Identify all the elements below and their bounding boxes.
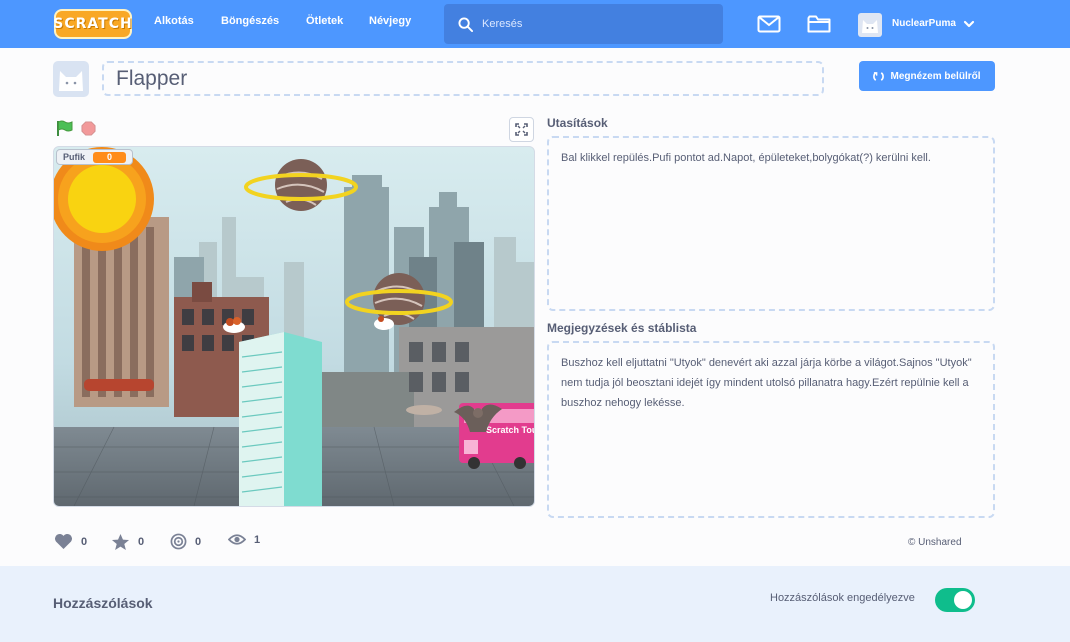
love-count: 0 (81, 535, 88, 548)
messages-icon[interactable] (757, 13, 781, 35)
remix-count: 0 (195, 535, 202, 548)
see-inside-label: Megnézem belülről (890, 70, 981, 82)
notes-textarea[interactable]: Buszhoz kell eljuttatni "Utyok" denevért… (547, 341, 995, 518)
comments-toggle[interactable] (935, 588, 975, 612)
remix-icon (170, 533, 187, 550)
stage-scene: Scratch Tou (54, 147, 534, 506)
view-count: 1 (254, 533, 261, 546)
project-title-input[interactable]: Flapper (102, 61, 824, 96)
fullscreen-icon (515, 123, 528, 136)
instructions-heading: Utasítások (547, 116, 608, 130)
tall-building-obstacle (239, 332, 322, 506)
remix-stat: 0 (170, 533, 201, 550)
chevron-down-icon[interactable] (962, 17, 976, 31)
top-navbar: SCRATCH Alkotás Böngészés Ötletek Névjeg… (0, 0, 1070, 48)
monitor-label: Pufik (63, 152, 86, 162)
heart-icon (55, 533, 72, 550)
love-stat[interactable]: 0 (54, 533, 87, 550)
nav-link-explore[interactable]: Böngészés (221, 15, 279, 27)
search-input[interactable] (482, 4, 712, 44)
user-avatar[interactable] (858, 13, 882, 37)
stop-icon[interactable] (81, 121, 96, 136)
comments-heading: Hozzászólások (53, 595, 153, 611)
nav-link-ideas[interactable]: Ötletek (306, 15, 343, 27)
notes-heading: Megjegyzések és stáblista (547, 321, 697, 335)
view-stat: 1 (228, 533, 260, 546)
monitor-value: 0 (93, 151, 127, 163)
shared-status: © Unshared (908, 537, 962, 548)
my-stuff-folder-icon[interactable] (807, 13, 831, 35)
see-inside-button[interactable]: Megnézem belülről (859, 61, 995, 91)
fullscreen-button[interactable] (509, 117, 534, 142)
nav-link-about[interactable]: Névjegy (369, 15, 411, 27)
star-icon (111, 533, 130, 551)
search-bar[interactable] (444, 4, 723, 44)
green-flag-icon[interactable] (56, 120, 74, 137)
score-monitor: Pufik 0 (56, 149, 134, 165)
username[interactable]: NuclearPuma (892, 18, 956, 29)
scratch-logo[interactable]: SCRATCH (53, 9, 133, 39)
bus-text: Scratch Tou (486, 425, 534, 435)
search-icon (458, 17, 473, 32)
comments-section: Hozzászólások Hozzászólások engedélyezve (0, 566, 1070, 642)
project-stage[interactable]: Scratch Tou Pufik 0 (53, 146, 535, 507)
eye-icon (228, 534, 246, 545)
nav-link-create[interactable]: Alkotás (154, 15, 194, 27)
favorite-count: 0 (138, 536, 145, 548)
logo-text: SCRATCH (53, 16, 133, 32)
see-inside-icon (873, 71, 885, 81)
project-author-avatar[interactable] (53, 61, 89, 97)
favorite-stat[interactable]: 0 (111, 533, 144, 551)
instructions-textarea[interactable]: Bal klikkel repülés.Pufi pontot ad.Napot… (547, 136, 995, 311)
comments-toggle-label: Hozzászólások engedélyezve (770, 592, 915, 604)
